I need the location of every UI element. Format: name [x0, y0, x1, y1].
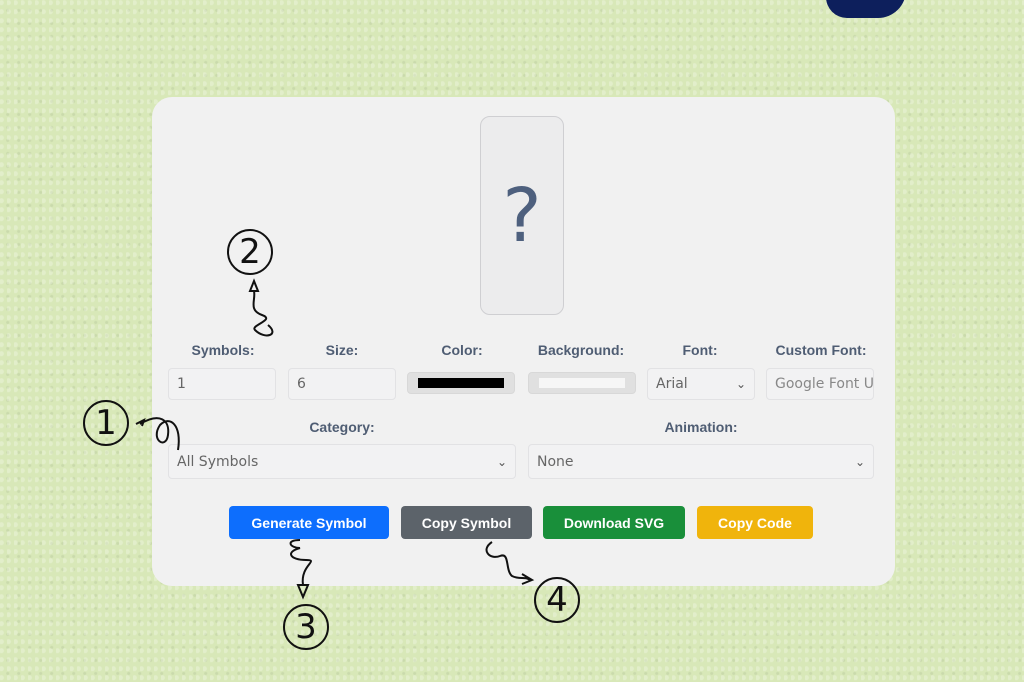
arrow-to-4 [485, 541, 535, 585]
arrow-to-3 [289, 539, 313, 600]
annotation-arrows [135, 278, 535, 600]
arrow-to-2 [248, 278, 274, 337]
arrow-to-1 [135, 417, 180, 451]
